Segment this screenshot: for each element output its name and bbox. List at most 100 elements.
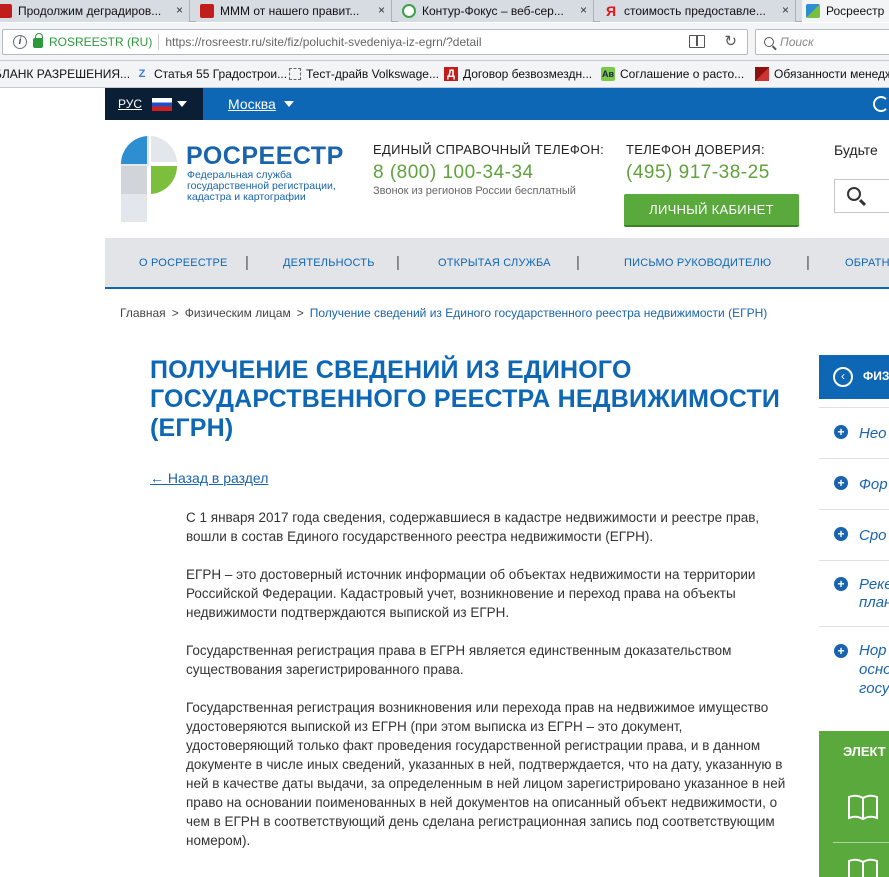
site-header: РОСРЕЕСТР Федеральная служба государстве…	[105, 120, 889, 238]
bookmark-item[interactable]: Z Статья 55 Градострои...	[135, 67, 287, 81]
back-to-section-link[interactable]: ← Назад в раздел	[150, 470, 268, 486]
tab-label: Росреестр	[826, 4, 885, 18]
bookmark-item[interactable]: Д Договор безвозмездн...	[444, 67, 592, 81]
info-icon[interactable]: i	[13, 35, 27, 49]
url-bar[interactable]: i ROSREESTR (RU) https://rosreestr.ru/si…	[2, 29, 748, 55]
browser-tab-active[interactable]: Росреестр	[802, 0, 889, 22]
book-icon[interactable]	[847, 857, 879, 877]
bookmark-item[interactable]: Ав Соглашение о расто...	[601, 67, 744, 81]
logo-title[interactable]: РОСРЕЕСТР	[186, 142, 344, 171]
tab-label: стоимость предоставле...	[624, 4, 766, 18]
header-promo-label: Будьте	[834, 142, 878, 158]
book-icon[interactable]	[847, 793, 879, 821]
lock-icon	[33, 33, 43, 48]
nav-item-activity[interactable]: ДЕЯТЕЛЬНОСТЬ	[283, 257, 375, 269]
bookmark-item[interactable]: БЛАНК РАЗРЕШЕНИЯ...	[0, 67, 130, 81]
sidebar-item[interactable]: + Нор осно госу	[819, 626, 889, 713]
nav-item-letter[interactable]: ПИСЬМО РУКОВОДИТЕЛЮ	[624, 257, 771, 269]
sidebar-item[interactable]: + Фор	[819, 458, 889, 509]
sidebar-header[interactable]: ‹ ФИЗ	[819, 355, 889, 399]
rosreestr-logo-icon[interactable]	[119, 134, 179, 224]
caret-down-icon	[177, 101, 188, 107]
search-placeholder: Поиск	[780, 35, 814, 49]
breadcrumb-home[interactable]: Главная	[120, 306, 166, 320]
city-selector[interactable]: Москва	[228, 88, 294, 120]
web-page: РУС Москва РОСРЕЕСТР Федеральная служба …	[0, 88, 889, 877]
bookmark-label: Договор безвозмездн...	[463, 67, 593, 81]
sidebar-item[interactable]: + Реке план	[819, 560, 889, 626]
site-search-button[interactable]	[834, 179, 889, 213]
tab-label: Контур-Фокус – веб-сер...	[422, 4, 564, 18]
sidebar-item-label: осно	[859, 661, 889, 678]
logo-subtitle-line: кадастра и картографии	[187, 191, 306, 203]
reader-view-icon[interactable]	[689, 35, 705, 48]
sidebar-item-label: план	[859, 594, 889, 611]
search-icon	[847, 187, 861, 201]
breadcrumb: Главная > Физическим лицам > Получение сведе…	[120, 306, 767, 320]
bookmark-label: Обязанности менедж	[774, 67, 889, 81]
sidebar-item-label: Сро	[859, 527, 887, 544]
sidebar-item[interactable]: + Сро	[819, 509, 889, 560]
yandex-icon: Я	[605, 3, 617, 19]
browser-search-input[interactable]: Поиск	[755, 29, 889, 55]
browser-tab[interactable]: Контур-Фокус – веб-сер... ×	[398, 0, 594, 22]
nav-item-open-service[interactable]: ОТКРЫТАЯ СЛУЖБА	[438, 257, 551, 269]
sidebar-item-label: Фор	[859, 476, 888, 493]
search-icon	[764, 37, 774, 47]
electronic-services-label: ЭЛЕКТ	[843, 744, 886, 759]
language-selector[interactable]: РУС	[105, 88, 203, 120]
favicon-icon	[0, 4, 12, 18]
nav-separator: |	[396, 254, 400, 271]
panel-divider	[833, 842, 889, 843]
browser-tab[interactable]: Продолжим деградиров... ×	[0, 0, 190, 22]
nav-item-feedback[interactable]: ОБРАТНА	[845, 257, 889, 269]
bookmark-favicon-icon: Z	[138, 68, 146, 80]
site-identity[interactable]: ROSREESTR (RU)	[49, 35, 152, 49]
reload-icon[interactable]: ↻	[724, 32, 737, 50]
sidebar-item-label: Нор	[859, 642, 887, 659]
favicon-icon	[200, 4, 214, 18]
kontur-icon	[402, 4, 416, 18]
russia-flag-icon	[152, 97, 173, 111]
article-paragraph: ЕГРН – это достоверный источник информац…	[186, 567, 756, 620]
plus-icon: +	[834, 425, 848, 439]
accessibility-icon[interactable]	[873, 96, 889, 112]
breadcrumb-section[interactable]: Физическим лицам	[185, 306, 291, 320]
sidebar-item-label: Нео	[859, 425, 887, 442]
tab-label: Продолжим деградиров...	[18, 4, 162, 18]
bookmark-favicon-icon	[289, 68, 301, 80]
bookmark-item[interactable]: Обязанности менедж	[755, 67, 889, 81]
tab-label: МММ от нашего правит...	[220, 4, 360, 18]
page-title: ПОЛУЧЕНИЕ СВЕДЕНИЙ ИЗ ЕДИНОГО ГОСУДАРСТВ…	[150, 356, 781, 442]
sidebar-item[interactable]: + Нео	[819, 407, 889, 458]
close-icon[interactable]: ×	[176, 3, 183, 17]
bookmark-favicon-icon: Ав	[601, 67, 615, 81]
close-icon[interactable]: ×	[782, 3, 789, 17]
electronic-services-panel: ЭЛЕКТ	[819, 731, 889, 877]
article-paragraph: Государственная регистрация права в ЕГРН…	[186, 643, 732, 677]
rosreestr-icon	[806, 4, 820, 18]
browser-tab[interactable]: Я стоимость предоставле... ×	[600, 0, 796, 22]
personal-cabinet-button[interactable]: ЛИЧНЫЙ КАБИНЕТ	[624, 194, 799, 227]
article-paragraph: Государственная регистрация возникновени…	[186, 700, 786, 848]
nav-separator: |	[576, 254, 580, 271]
sidebar-item-label: Реке	[859, 576, 889, 593]
nav-item-about[interactable]: О РОСРЕЕСТРЕ	[139, 257, 228, 269]
trust-phone-number[interactable]: (495) 917-38-25	[626, 162, 770, 184]
bookmark-item[interactable]: Тест-драйв Volkswage...	[289, 67, 439, 81]
nav-separator: |	[245, 254, 249, 271]
close-icon[interactable]: ×	[580, 3, 587, 17]
bookmarks-bar: БЛАНК РАЗРЕШЕНИЯ... Z Статья 55 Градостр…	[0, 61, 889, 88]
url-text[interactable]: https://rosreestr.ru/site/fiz/poluchit-s…	[165, 35, 481, 49]
main-navigation: О РОСРЕЕСТРЕ | ДЕЯТЕЛЬНОСТЬ | ОТКРЫТАЯ С…	[105, 238, 889, 289]
language-label: РУС	[118, 97, 143, 111]
city-label: Москва	[228, 96, 276, 112]
caret-down-icon	[283, 101, 294, 107]
bookmark-label: БЛАНК РАЗРЕШЕНИЯ...	[0, 67, 131, 81]
phone-number[interactable]: 8 (800) 100-34-34	[373, 162, 534, 184]
browser-tab[interactable]: МММ от нашего правит... ×	[196, 0, 392, 22]
close-icon[interactable]: ×	[378, 3, 385, 17]
trust-phone-label: ТЕЛЕФОН ДОВЕРИЯ:	[626, 142, 765, 157]
sidebar-header-label: ФИЗ	[863, 369, 889, 383]
bookmark-label: Статья 55 Градострои...	[154, 67, 288, 81]
